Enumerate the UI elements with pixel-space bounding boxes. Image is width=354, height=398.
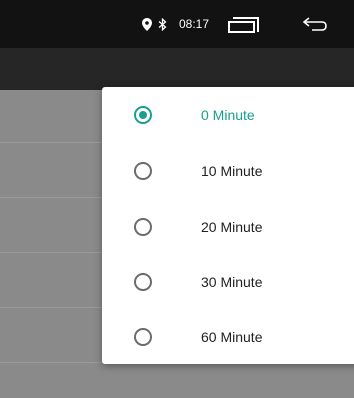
option-10-minute[interactable]: 10 Minute xyxy=(102,143,354,199)
toolbar xyxy=(0,48,354,90)
status-bar: 08:17 xyxy=(0,0,354,48)
radio-button[interactable] xyxy=(134,162,152,180)
option-0-minute[interactable]: 0 Minute xyxy=(102,87,354,143)
bluetooth-icon xyxy=(155,14,169,34)
screen: 08:17 0 Minute 10 Minute 20 Minute 30 Mi… xyxy=(0,0,354,398)
option-label: 30 Minute xyxy=(201,274,263,290)
location-icon xyxy=(140,14,154,34)
radio-button[interactable] xyxy=(134,273,152,291)
option-30-minute[interactable]: 30 Minute xyxy=(102,254,354,310)
radio-button[interactable] xyxy=(134,106,152,124)
option-label: 60 Minute xyxy=(201,329,263,345)
radio-button[interactable] xyxy=(134,328,152,346)
recent-apps-icon[interactable] xyxy=(226,14,262,34)
option-label: 0 Minute xyxy=(201,107,255,123)
radio-button[interactable] xyxy=(134,218,152,236)
back-icon[interactable] xyxy=(300,14,330,34)
option-label: 10 Minute xyxy=(201,163,263,179)
option-60-minute[interactable]: 60 Minute xyxy=(102,309,354,365)
status-time: 08:17 xyxy=(178,17,210,31)
option-label: 20 Minute xyxy=(201,219,263,235)
option-20-minute[interactable]: 20 Minute xyxy=(102,199,354,255)
timeout-dialog: 0 Minute 10 Minute 20 Minute 30 Minute 6… xyxy=(102,87,354,364)
